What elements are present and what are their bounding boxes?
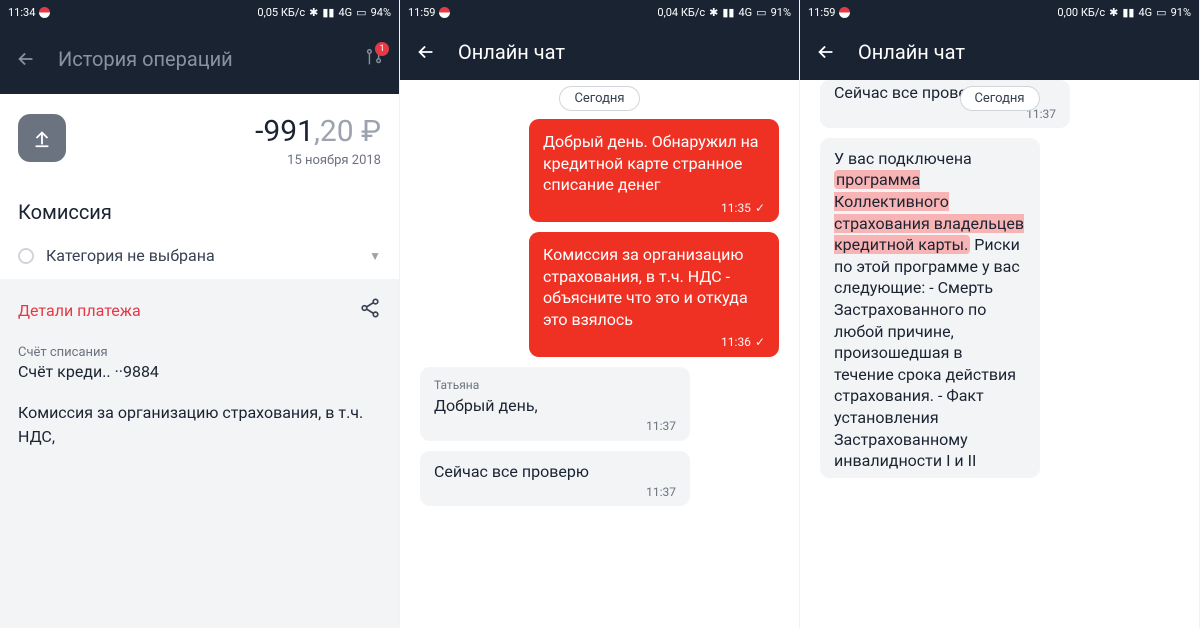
transaction-date: 15 ноября 2018 bbox=[255, 153, 381, 168]
status-batt: 91% bbox=[771, 6, 791, 19]
status-time: 11:59 bbox=[808, 6, 835, 19]
message-time: 11:35 bbox=[721, 200, 751, 216]
category-icon bbox=[18, 248, 34, 264]
message-text: Сейчас все проверю bbox=[434, 462, 589, 481]
app-header: История операций 1 bbox=[0, 24, 399, 94]
app-header: Онлайн чат bbox=[800, 24, 1199, 80]
date-separator: Сегодня bbox=[559, 86, 639, 111]
amount: -991,20 ₽ bbox=[255, 114, 381, 149]
details-label: Детали платежа bbox=[18, 301, 141, 320]
battery-icon: ▭ bbox=[356, 6, 366, 19]
status-time: 11:59 bbox=[408, 6, 435, 19]
check-icon: ✓ bbox=[755, 334, 765, 350]
page-title: История операций bbox=[58, 47, 233, 71]
net-icon: 4G bbox=[1138, 6, 1152, 19]
status-speed: 0,05 КБ/с bbox=[257, 6, 305, 19]
message-incoming[interactable]: Татьяна Добрый день, 11:37 bbox=[420, 367, 690, 441]
bluetooth-icon: ✱ bbox=[309, 6, 318, 19]
category-selector[interactable]: Категория не выбрана ▼ bbox=[0, 232, 399, 279]
status-time: 11:34 bbox=[8, 6, 35, 19]
message-time: 11:37 bbox=[646, 418, 676, 434]
message-outgoing[interactable]: Добрый день. Обнаружил на кредитной карт… bbox=[529, 119, 779, 222]
date-separator: Сегодня bbox=[959, 86, 1039, 111]
check-icon: ✓ bbox=[755, 200, 765, 216]
status-bar: 11:59 0,04 КБ/с ✱ ▮▮ 4G ▭ 91% bbox=[400, 0, 799, 24]
transaction-description: Комиссия за организацию страхования, в т… bbox=[18, 401, 381, 449]
app-header: Онлайн чат bbox=[400, 24, 799, 80]
section-heading: Комиссия bbox=[0, 186, 399, 232]
net-icon: 4G bbox=[338, 6, 352, 19]
signal-icon: ▮▮ bbox=[722, 6, 734, 19]
battery-icon: ▭ bbox=[756, 6, 766, 19]
message-incoming[interactable]: У вас подключена программа Коллективного… bbox=[820, 138, 1040, 478]
record-icon bbox=[439, 7, 450, 18]
back-button[interactable] bbox=[814, 40, 838, 64]
account-label: Счёт списания bbox=[18, 345, 381, 360]
message-author: Татьяна bbox=[434, 377, 676, 393]
bluetooth-icon: ✱ bbox=[709, 6, 718, 19]
record-icon bbox=[839, 7, 850, 18]
chevron-down-icon: ▼ bbox=[369, 249, 381, 263]
status-speed: 0,00 КБ/с bbox=[1057, 6, 1105, 19]
message-text: Добрый день, bbox=[434, 396, 538, 415]
battery-icon: ▭ bbox=[1156, 6, 1166, 19]
page-title: Онлайн чат bbox=[858, 40, 965, 64]
status-batt: 91% bbox=[1171, 6, 1191, 19]
status-speed: 0,04 КБ/с bbox=[657, 6, 705, 19]
filter-button[interactable]: 1 bbox=[363, 46, 385, 72]
message-text: Добрый день. Обнаружил на кредитной карт… bbox=[543, 132, 759, 194]
message-outgoing[interactable]: Комиссия за организацию страхования, в т… bbox=[529, 232, 779, 357]
chat-pane-2: 11:59 0,00 КБ/с ✱ ▮▮ 4G ▭ 91% Онлайн чат… bbox=[800, 0, 1200, 628]
message-text: Комиссия за организацию страхования, в т… bbox=[543, 245, 748, 329]
chat-pane-1: 11:59 0,04 КБ/с ✱ ▮▮ 4G ▭ 91% Онлайн чат… bbox=[400, 0, 800, 628]
share-button[interactable] bbox=[359, 297, 381, 323]
transaction-icon bbox=[18, 114, 66, 162]
signal-icon: ▮▮ bbox=[1122, 6, 1134, 19]
net-icon: 4G bbox=[738, 6, 752, 19]
back-button[interactable] bbox=[414, 40, 438, 64]
message-time: 11:36 bbox=[721, 334, 751, 350]
page-title: Онлайн чат bbox=[458, 40, 565, 64]
message-time: 11:37 bbox=[646, 484, 676, 500]
transaction-pane: 11:34 0,05 КБ/с ✱ ▮▮ 4G ▭ 94% История оп… bbox=[0, 0, 400, 628]
bluetooth-icon: ✱ bbox=[1109, 6, 1118, 19]
status-bar: 11:59 0,00 КБ/с ✱ ▮▮ 4G ▭ 91% bbox=[800, 0, 1199, 24]
status-bar: 11:34 0,05 КБ/с ✱ ▮▮ 4G ▭ 94% bbox=[0, 0, 399, 24]
signal-icon: ▮▮ bbox=[322, 6, 334, 19]
filter-badge: 1 bbox=[375, 42, 389, 56]
account-value: Счёт креди.. ··9884 bbox=[18, 362, 381, 381]
message-incoming[interactable]: Сейчас все проверю 11:37 bbox=[420, 451, 690, 507]
message-text: У вас подключена программа Коллективного… bbox=[834, 149, 1024, 470]
back-button[interactable] bbox=[14, 47, 38, 71]
record-icon bbox=[39, 7, 50, 18]
category-label: Категория не выбрана bbox=[46, 246, 215, 265]
status-batt: 94% bbox=[371, 6, 391, 19]
